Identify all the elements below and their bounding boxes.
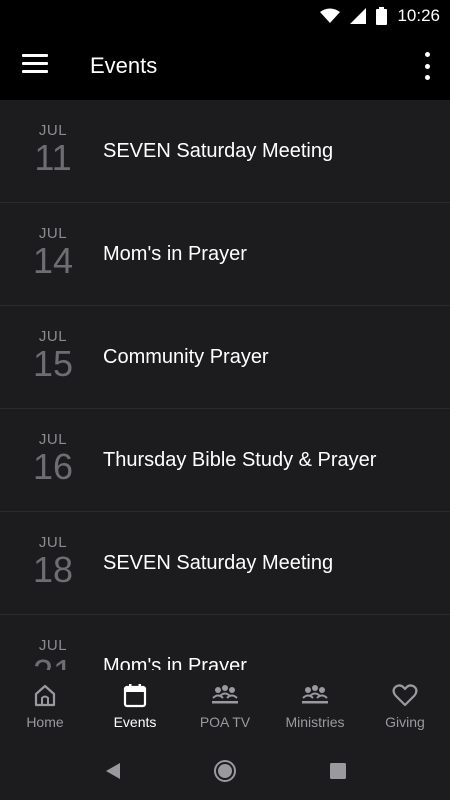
event-row[interactable]: JUL 15 Community Prayer xyxy=(0,306,450,409)
event-list: JUL 11 SEVEN Saturday Meeting JUL 14 Mom… xyxy=(0,100,450,670)
event-row[interactable]: JUL 21 Mom's in Prayer xyxy=(0,615,450,670)
event-day: 18 xyxy=(32,549,74,590)
event-title: SEVEN Saturday Meeting xyxy=(103,140,334,162)
calendar-icon xyxy=(123,684,147,708)
nav-label: Giving xyxy=(385,714,425,730)
nav-giving[interactable]: Giving xyxy=(360,670,450,742)
event-row[interactable]: JUL 11 SEVEN Saturday Meeting xyxy=(0,100,450,203)
event-day: 21 xyxy=(28,653,78,671)
battery-icon xyxy=(376,7,388,25)
event-title: Thursday Bible Study & Prayer xyxy=(103,449,377,471)
event-row[interactable]: JUL 16 Thursday Bible Study & Prayer xyxy=(0,409,450,512)
event-row[interactable]: JUL 18 SEVEN Saturday Meeting xyxy=(0,512,450,615)
status-bar: 10:26 xyxy=(0,0,450,32)
back-icon[interactable] xyxy=(104,762,122,780)
home-icon xyxy=(34,684,56,707)
event-day: 11 xyxy=(34,137,72,178)
status-icons: 10:26 xyxy=(320,0,440,32)
nav-label: Ministries xyxy=(285,714,345,730)
event-day: 15 xyxy=(32,343,74,384)
cellular-signal-icon xyxy=(350,8,367,24)
event-title: Community Prayer xyxy=(103,346,269,368)
event-row[interactable]: JUL 14 Mom's in Prayer xyxy=(0,203,450,306)
group-icon xyxy=(302,685,328,704)
event-day: 14 xyxy=(32,240,74,281)
home-button-icon[interactable] xyxy=(213,759,237,783)
page-title: Events xyxy=(90,53,158,78)
nav-label: POA TV xyxy=(199,714,251,730)
event-title: Mom's in Prayer xyxy=(103,655,247,670)
heart-icon xyxy=(392,684,418,707)
bottom-nav: Home Events POA TV Ministries Giving xyxy=(0,670,450,742)
nav-label: Events xyxy=(113,714,157,730)
hamburger-menu-icon[interactable] xyxy=(22,54,48,76)
nav-events[interactable]: Events xyxy=(90,670,180,742)
nav-poa-tv[interactable]: POA TV xyxy=(180,670,270,742)
nav-ministries[interactable]: Ministries xyxy=(270,670,360,742)
app-bar: Events xyxy=(0,32,450,100)
status-time: 10:26 xyxy=(397,6,440,25)
recents-icon[interactable] xyxy=(330,763,346,779)
nav-home[interactable]: Home xyxy=(0,670,90,742)
nav-label: Home xyxy=(26,714,64,730)
audience-icon xyxy=(212,685,238,704)
event-title: SEVEN Saturday Meeting xyxy=(103,552,334,574)
overflow-menu-icon[interactable] xyxy=(422,52,432,80)
event-title: Mom's in Prayer xyxy=(103,243,247,265)
wifi-icon xyxy=(320,8,341,23)
system-nav-bar xyxy=(0,742,450,800)
event-day: 16 xyxy=(32,446,74,487)
